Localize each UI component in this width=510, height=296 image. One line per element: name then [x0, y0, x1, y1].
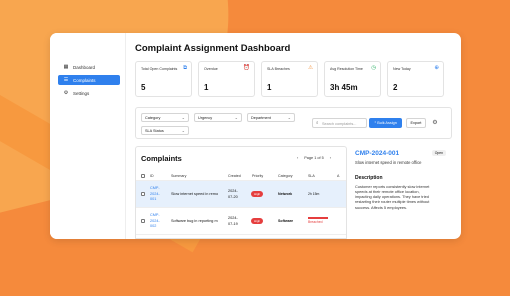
kpi-value: 2 — [393, 83, 398, 92]
export-button[interactable]: Export — [406, 118, 426, 128]
table-row[interactable]: CMP- 2024- 001 Slow internet speed in remo… — [136, 181, 346, 208]
kpi-value: 3h 45m — [330, 83, 358, 92]
select-all-checkbox[interactable] — [141, 173, 145, 178]
search-icon: ⌕ — [316, 120, 319, 125]
list-icon: ☰ — [63, 77, 69, 83]
kpi-card-total-open: Total Open Complaints ⧉ 5 — [135, 61, 192, 97]
clock-icon: ◷ — [371, 65, 376, 71]
kpi-card-avg-resolution: Avg Resolution Time ◷ 3h 45m — [324, 61, 381, 97]
chart-icon: ▦ — [63, 64, 69, 70]
alarm-icon: ⏰ — [243, 65, 250, 71]
select-label: SLA Status — [145, 129, 164, 133]
column-header[interactable]: SLA — [308, 174, 315, 178]
priority-badge: High — [251, 191, 264, 197]
search-placeholder: Search complaints... — [322, 121, 357, 126]
sidebar-item-label: Settings — [73, 90, 90, 96]
search-input[interactable]: ⌕ Search complaints... — [312, 118, 367, 128]
description-heading: Description — [355, 174, 383, 181]
sidebar-item-label: Dashboard — [73, 64, 96, 70]
button-label: Bulk Assign — [377, 121, 397, 125]
category-select[interactable]: Category ⌄ — [141, 113, 189, 122]
category-label: Software — [278, 219, 294, 223]
row-checkbox[interactable] — [141, 192, 145, 196]
description-text: Customer reports consistently slow inter… — [355, 183, 430, 210]
chevron-down-icon: ⌄ — [234, 115, 238, 120]
detail-panel: CMP-2024-001 Open Slow internet speed in… — [351, 146, 461, 239]
select-label: Urgency — [198, 116, 213, 120]
department-select[interactable]: Department ⌄ — [247, 113, 295, 122]
bulk-assign-button[interactable]: ⁺ Bulk Assign — [369, 118, 402, 128]
plus-circle-icon: ⊕ — [434, 65, 439, 71]
status-badge: Open — [431, 150, 446, 156]
chevron-right-icon[interactable]: › — [330, 156, 331, 160]
chevron-down-icon: ⌄ — [181, 115, 185, 120]
detail-summary: Slow internet speed in remote office — [355, 160, 422, 165]
table-title: Complaints — [141, 154, 182, 163]
kpi-card-sla-breaches: SLA Breaches ⚠ 1 — [261, 61, 318, 97]
kpi-value: 5 — [141, 83, 146, 92]
kpi-label: SLA Breaches — [267, 67, 290, 71]
kpi-value: 1 — [267, 83, 272, 92]
main-content: Complaint Assignment Dashboard Total Ope… — [126, 33, 461, 239]
sidebar-item-settings[interactable]: ⚙ Settings — [58, 88, 120, 98]
kpi-label: New Today — [393, 67, 411, 71]
urgency-select[interactable]: Urgency ⌄ — [194, 113, 242, 122]
folder-icon: ⧉ — [183, 65, 187, 71]
row-checkbox[interactable] — [141, 219, 145, 223]
column-header[interactable]: A — [337, 174, 339, 178]
sla-value: Breached — [308, 220, 323, 224]
chevron-left-icon[interactable]: ‹ — [297, 156, 298, 160]
kpi-label: Total Open Complaints — [141, 67, 178, 71]
column-header[interactable]: Created — [228, 174, 241, 178]
chevron-down-icon: ⌄ — [287, 115, 291, 120]
filter-bar: Category ⌄ Urgency ⌄ Department ⌄ SLA Statu… — [135, 107, 452, 139]
kpi-card-new-today: New Today ⊕ 2 — [387, 61, 444, 97]
kpi-value: 1 — [204, 83, 209, 92]
table-header: ID Summary Created Priority Category SLA… — [136, 171, 346, 181]
sidebar-item-dashboard[interactable]: ▦ Dashboard — [58, 62, 120, 72]
complaint-summary: Slow internet speed in remo — [171, 192, 219, 196]
app-window: ▦ Dashboard ☰ Complaints ⚙ Settings Complai… — [50, 33, 461, 239]
complaints-table: Complaints ‹ Page 1 of 5 › ID Summary Crea… — [135, 146, 347, 239]
complaint-summary: Software bug in reporting m — [171, 219, 218, 223]
warning-icon: ⚠ — [308, 65, 313, 71]
column-header[interactable]: Summary — [171, 174, 186, 178]
page-indicator: Page 1 of 5 — [304, 156, 324, 160]
sidebar-item-complaints[interactable]: ☰ Complaints — [58, 75, 120, 85]
chevron-down-icon: ⌄ — [181, 128, 185, 133]
select-label: Department — [251, 116, 271, 120]
gear-icon: ⚙ — [63, 90, 69, 96]
sla-status-select[interactable]: SLA Status ⌄ — [141, 126, 189, 135]
table-row[interactable]: CMP- 2024- 002 Software bug in reporting m… — [136, 208, 346, 235]
sidebar: ▦ Dashboard ☰ Complaints ⚙ Settings — [50, 33, 126, 239]
category-label: Network — [278, 192, 293, 196]
settings-gear-icon[interactable]: ⚙ — [430, 118, 440, 128]
column-header[interactable]: Priority — [252, 174, 263, 178]
kpi-card-overdue: Overdue ⏰ 1 — [198, 61, 255, 97]
kpi-label: Avg Resolution Time — [330, 67, 363, 71]
sla-value: 2h 15m — [308, 192, 320, 196]
priority-badge: High — [251, 218, 264, 224]
sidebar-item-label: Complaints — [73, 77, 96, 83]
column-header[interactable]: ID — [150, 174, 154, 178]
column-header[interactable]: Category — [278, 174, 293, 178]
select-label: Category — [145, 116, 161, 120]
sla-progress-bar — [308, 217, 328, 219]
page-title: Complaint Assignment Dashboard — [135, 43, 291, 54]
pagination: ‹ Page 1 of 5 › — [294, 156, 334, 160]
